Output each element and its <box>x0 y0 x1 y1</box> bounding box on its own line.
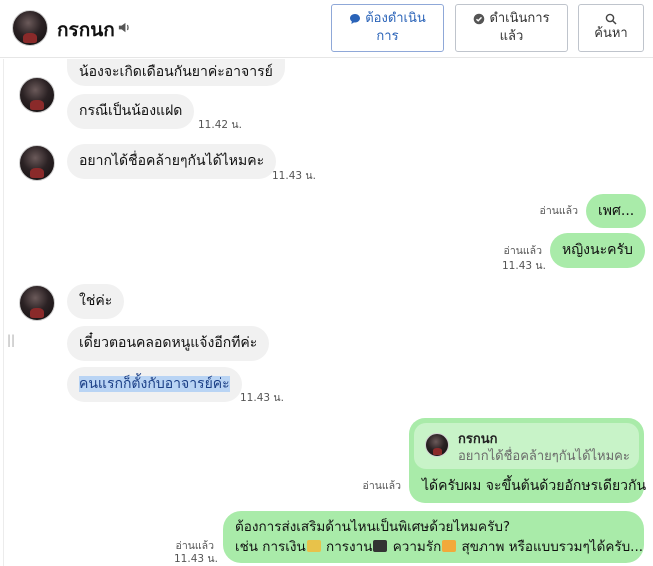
incoming-message[interactable]: คนแรกก็ตั้งกับอาจารย์ค่ะ <box>67 367 242 402</box>
incoming-message[interactable]: ใช่ค่ะ <box>67 284 125 319</box>
check-circle-icon <box>474 13 485 25</box>
outgoing-reply-message[interactable]: กรกนก อยากได้ชื่อคล้ายๆกันได้ไหมคะ ได้คร… <box>409 418 647 503</box>
to-do-label-line2: การ <box>376 29 399 44</box>
done-button[interactable]: ดำเนินการ แล้ว <box>455 4 568 52</box>
resize-handle[interactable]: || <box>7 333 15 347</box>
incoming-message[interactable]: เดี๋ยวตอนคลอดหนูแจ้งอีกทีค่ะ <box>67 326 270 361</box>
message-time: 11.43 น. <box>272 170 316 182</box>
quoted-avatar <box>425 433 449 457</box>
quoted-text: อยากได้ชื่อคล้ายๆกันได้ไหมคะ <box>458 449 630 464</box>
search-button[interactable]: ค้นหา <box>578 4 644 52</box>
search-label: ค้นหา <box>594 26 628 41</box>
reply-text: ได้ครับผม จะขึ้นต้นด้วยอักษรเดียวกัน <box>422 478 647 494</box>
sender-avatar[interactable] <box>19 77 55 113</box>
to-do-label: ต้องดำเนิน <box>365 11 426 26</box>
message-time: 11.43 น. <box>502 260 546 272</box>
message-time: 11.43 น. <box>240 392 284 404</box>
selected-text: คนแรกก็ตั้งกับอาจารย์ค่ะ <box>79 376 230 392</box>
contact-avatar[interactable] <box>12 10 48 46</box>
sender-avatar[interactable] <box>19 285 55 321</box>
incoming-message[interactable]: กรณีเป็นน้องแฝด <box>67 94 195 129</box>
chat-header: กรกนก ต้องดำเนิน การ ดำเนินการ แล้ว ค้นห… <box>0 0 653 58</box>
search-icon <box>605 13 617 25</box>
outgoing-message[interactable]: หญิงนะครับ <box>550 233 645 268</box>
read-receipt: อ่านแล้ว <box>539 205 578 217</box>
money-icon <box>306 540 321 552</box>
sender-avatar[interactable] <box>19 145 55 181</box>
message-line-1: ต้องการส่งเสริมด้านไหนเป็นพิเศษด้วยไหมคร… <box>235 519 511 535</box>
outgoing-message[interactable]: ต้องการส่งเสริมด้านไหนเป็นพิเศษด้วยไหมคร… <box>223 511 644 563</box>
message-time: 11.42 น. <box>198 119 242 131</box>
message-time: 11.43 น. <box>174 553 218 565</box>
outgoing-message[interactable]: เพศ... <box>586 194 647 228</box>
to-do-button[interactable]: ต้องดำเนิน การ <box>331 4 444 52</box>
speaker-icon[interactable] <box>117 20 132 35</box>
contact-name: กรกนก <box>57 19 115 41</box>
read-receipt: อ่านแล้ว <box>362 480 401 492</box>
incoming-message[interactable]: น้องจะเกิดเดือนกันยาค่ะอาจารย์ <box>67 59 285 86</box>
laptop-icon <box>373 540 388 552</box>
done-label-line2: แล้ว <box>499 29 524 44</box>
done-label: ดำเนินการ <box>489 11 550 26</box>
incoming-message[interactable]: อยากได้ชื่อคล้ายๆกันได้ไหมคะ <box>67 144 277 179</box>
left-divider <box>0 59 4 566</box>
couple-icon <box>442 540 457 552</box>
chat-bubble-icon <box>350 14 361 24</box>
quoted-message[interactable]: กรกนก อยากได้ชื่อคล้ายๆกันได้ไหมคะ <box>414 423 639 469</box>
message-line-2: เช่น การเงิน การงาน ความรัก สุขภาพ หรือแ… <box>235 539 644 555</box>
